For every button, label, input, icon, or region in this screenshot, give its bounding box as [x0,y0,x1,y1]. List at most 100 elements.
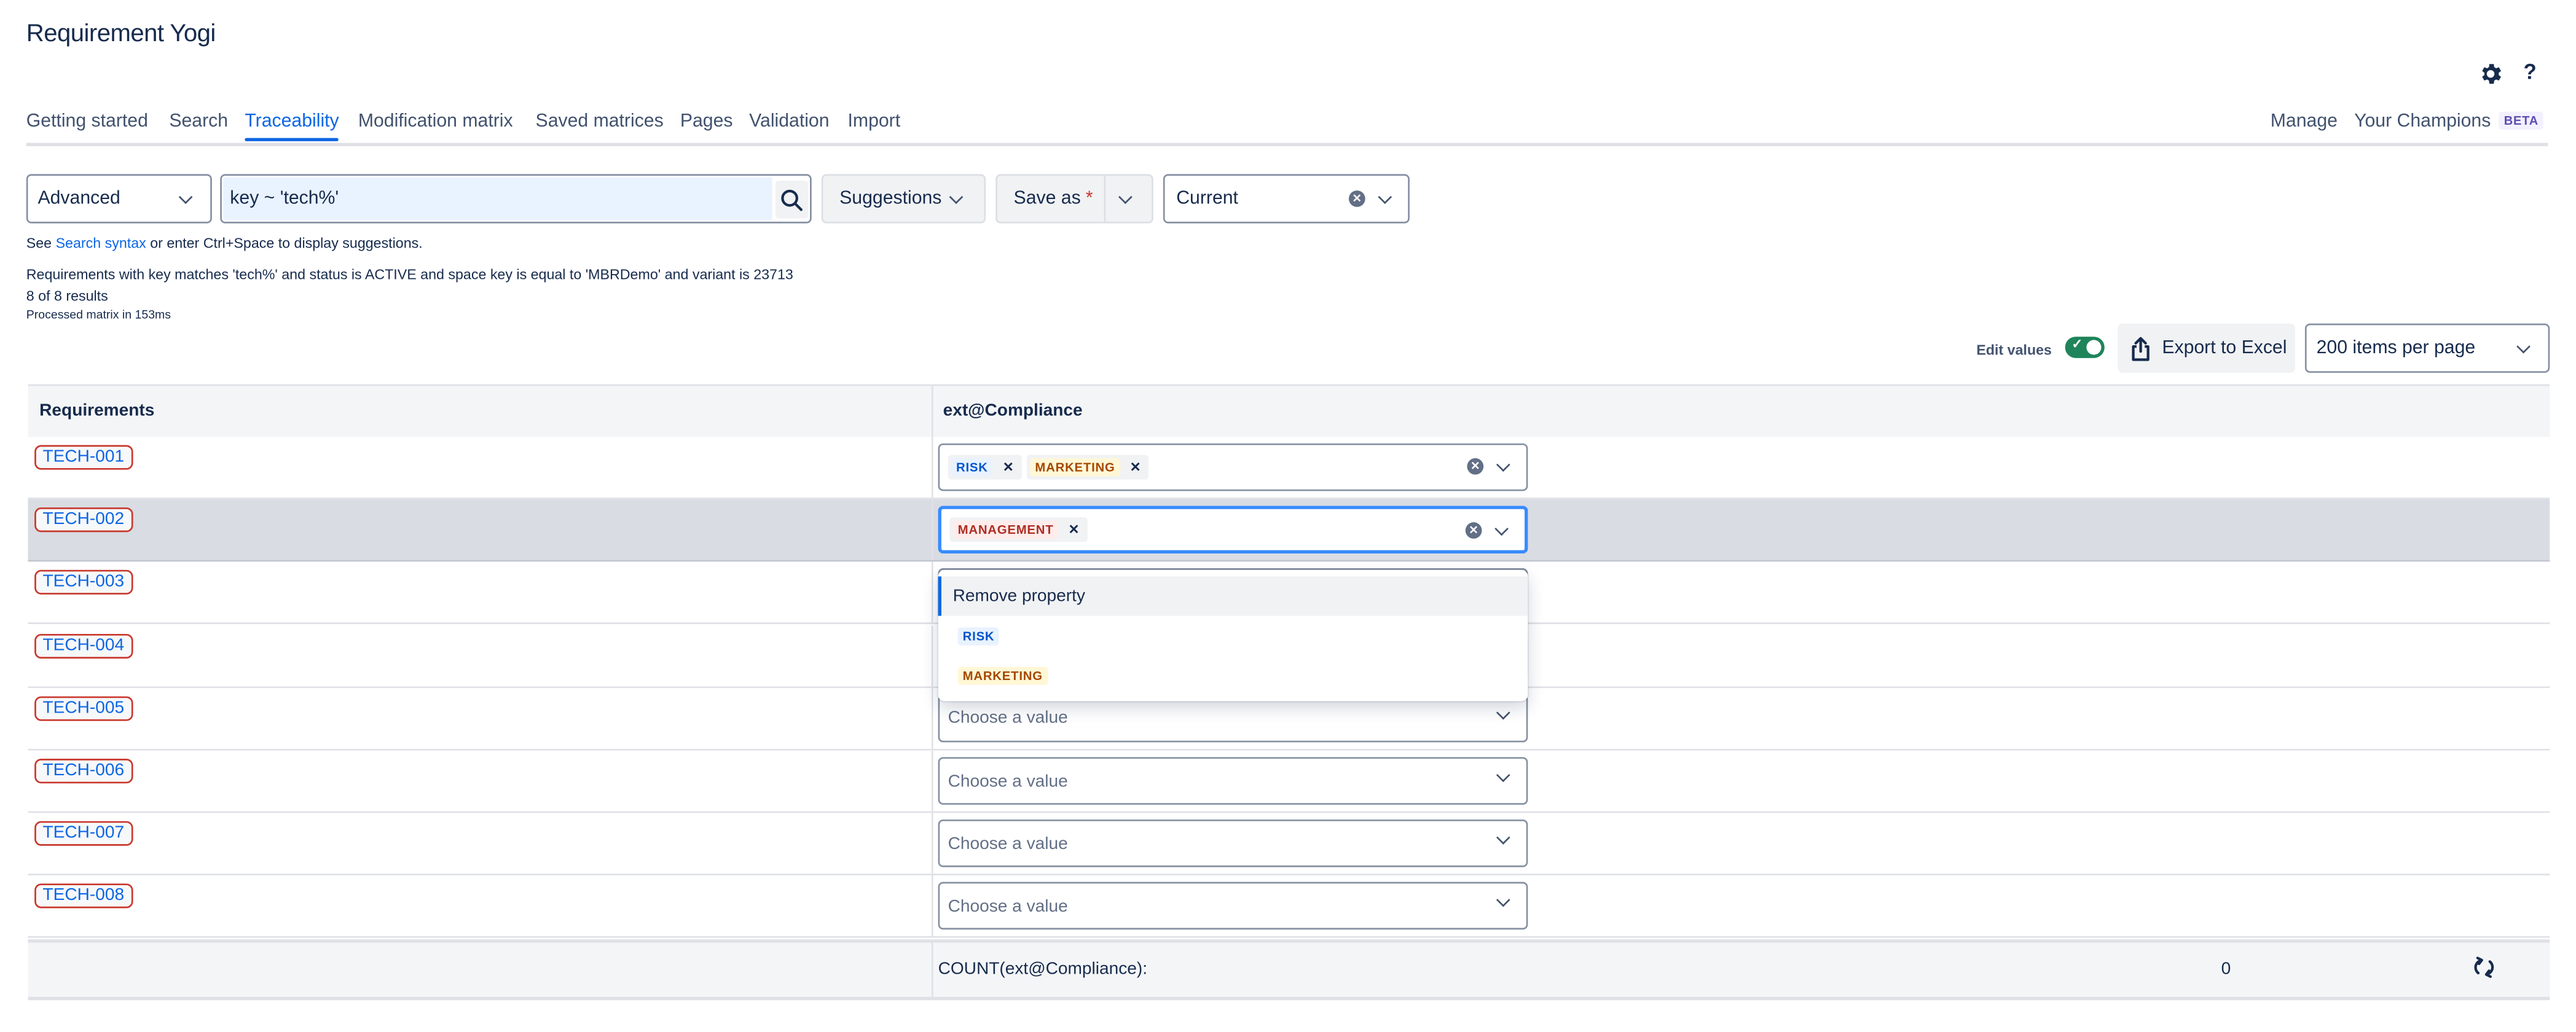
value-chip: MARKETING ✕ [1027,455,1149,480]
edit-values-toggle[interactable]: ✓ [2065,337,2105,358]
select-placeholder: Choose a value [948,771,1068,791]
export-excel-button[interactable]: Export to Excel [2118,323,2295,373]
chevron-down-icon [2516,338,2531,353]
requirement-key-link[interactable]: TECH-004 [34,633,133,658]
clear-icon[interactable]: ✕ [1465,522,1482,539]
table-row: TECH-006 Choose a value [28,750,2550,813]
count-label: COUNT(ext@Compliance): [938,958,1148,979]
requirement-key-link[interactable]: TECH-005 [34,696,133,721]
compliance-select[interactable]: Choose a value [938,819,1528,868]
save-as-button[interactable]: Save as * [995,174,1153,224]
tag-lozenge: MARKETING [957,666,1048,684]
tab-pages[interactable]: Pages [680,112,733,131]
query-input[interactable]: key ~ 'tech%' [220,174,812,224]
remove-value-icon[interactable]: ✕ [1068,523,1079,538]
suggestions-label: Suggestions [839,189,942,209]
chevron-down-icon[interactable] [1378,189,1392,203]
compliance-select[interactable]: Choose a value [938,757,1528,805]
result-count: 8 of 8 results [26,287,108,304]
value-chip: MANAGEMENT ✕ [949,517,1088,542]
remove-value-icon[interactable]: ✕ [1130,460,1141,475]
remove-value-icon[interactable]: ✕ [1003,460,1014,475]
tab-search[interactable]: Search [169,112,228,131]
tab-traceability[interactable]: Traceability [245,112,340,141]
tag-lozenge: RISK [957,626,1000,645]
select-placeholder: Choose a value [948,896,1068,917]
tab-getting-started[interactable]: Getting started [26,112,148,131]
compliance-select[interactable]: RISK ✕ MARKETING ✕ ✕ [938,443,1528,491]
clear-icon[interactable]: ✕ [1348,190,1365,207]
items-per-page-value: 200 items per page [2316,338,2476,358]
required-mark: * [1085,189,1093,209]
version-select[interactable]: Current ✕ [1163,174,1410,224]
clear-icon[interactable]: ✕ [1467,458,1484,475]
chevron-down-icon[interactable] [1496,456,1510,471]
gear-icon[interactable] [2478,61,2504,87]
column-header-requirements: Requirements [39,401,155,421]
help-icon[interactable]: ? [2523,59,2536,84]
requirement-key-link[interactable]: TECH-003 [34,570,133,595]
search-button[interactable] [775,181,809,219]
compliance-select[interactable]: Choose a value [938,694,1528,742]
edit-values-label: Edit values [1976,342,2052,358]
tab-manage[interactable]: Manage [2271,112,2338,131]
search-syntax-link[interactable]: Search syntax [56,235,146,251]
app-title: Requirement Yogi [26,20,216,48]
table-row: TECH-008 Choose a value [28,876,2550,939]
chevron-down-icon [949,189,964,203]
chevron-down-icon[interactable] [1494,521,1509,536]
processing-time: Processed matrix in 153ms [26,307,171,322]
page: Requirement Yogi ? Getting started Searc… [0,0,2576,1031]
tab-your-champions[interactable]: Your Champions BETA [2354,111,2544,131]
export-label: Export to Excel [2162,338,2287,358]
hint-suffix: or enter Ctrl+Space to display suggestio… [146,235,423,252]
select-placeholder: Choose a value [948,834,1068,854]
menu-item-marketing[interactable]: MARKETING [938,655,1528,695]
search-hint: See Search syntax or enter Ctrl+Space to… [26,235,423,251]
share-icon [2132,336,2150,361]
column-header-compliance: ext@Compliance [943,401,1083,421]
mode-select[interactable]: Advanced [26,174,212,224]
menu-item-remove-property[interactable]: Remove property [938,576,1528,616]
save-as-dropdown-icon[interactable] [1118,189,1133,203]
suggestions-button[interactable]: Suggestions [821,174,986,224]
count-value: 0 [2221,958,2231,979]
requirement-key-link[interactable]: TECH-001 [34,445,133,470]
chevron-down-icon [178,189,193,203]
tab-saved-matrices[interactable]: Saved matrices [536,112,664,131]
select-placeholder: Choose a value [948,708,1068,729]
chevron-down-icon[interactable] [1496,893,1510,908]
compliance-select[interactable]: MANAGEMENT ✕ ✕ [938,506,1528,554]
mode-value: Advanced [37,189,120,209]
menu-item-risk[interactable]: RISK [938,616,1528,655]
save-as-label: Save as [1013,189,1081,209]
beta-badge: BETA [2499,111,2544,130]
tag-lozenge: RISK [951,458,993,477]
check-icon: ✓ [2071,337,2083,352]
hint-prefix: See [26,235,56,252]
requirement-key-link[interactable]: TECH-008 [34,884,133,909]
tab-validation[interactable]: Validation [749,112,829,131]
items-per-page-select[interactable]: 200 items per page [2304,323,2550,373]
table-footer: COUNT(ext@Compliance): 0 [28,939,2550,1000]
value-chip: RISK ✕ [948,455,1023,480]
query-value: key ~ 'tech%' [230,189,339,209]
table-row: TECH-007 Choose a value [28,813,2550,876]
refresh-icon[interactable] [2473,955,2496,978]
table-header: Requirements ext@Compliance [28,384,2550,440]
chevron-down-icon[interactable] [1496,768,1510,783]
tab-bar: Getting started Search Traceability Modi… [26,108,2548,146]
tab-modification-matrix[interactable]: Modification matrix [358,112,513,131]
tab-import[interactable]: Import [848,112,901,131]
chevron-down-icon[interactable] [1496,831,1510,845]
compliance-select[interactable]: Choose a value [938,882,1528,931]
requirement-key-link[interactable]: TECH-006 [34,759,133,784]
requirement-key-link[interactable]: TECH-007 [34,821,133,846]
search-icon [781,189,803,211]
requirement-key-link[interactable]: TECH-002 [34,507,133,533]
champions-label: Your Champions [2354,111,2491,131]
chevron-down-icon[interactable] [1496,705,1510,720]
table-row: TECH-001 RISK ✕ MARKETING ✕ ✕ [28,437,2550,499]
tag-lozenge: MARKETING [1030,458,1120,477]
value-dropdown-menu: Remove property RISK MARKETING [938,569,1528,702]
